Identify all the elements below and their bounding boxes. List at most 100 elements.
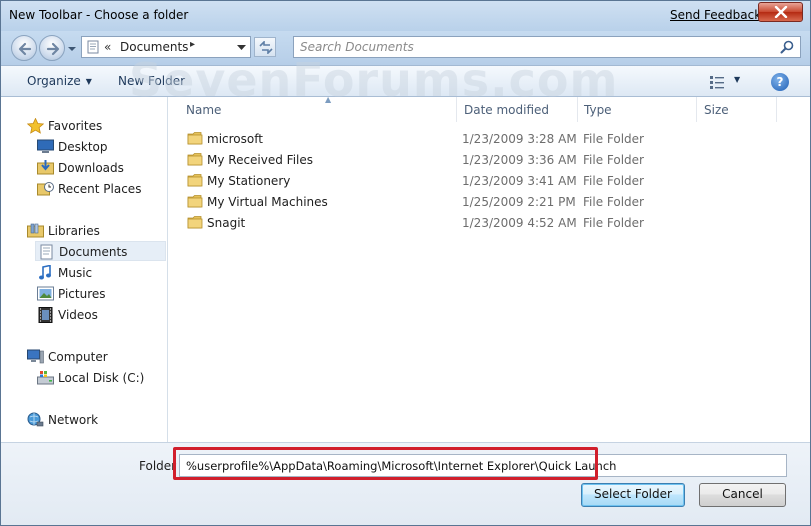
file-list: Name ▲ Date modified Type Size microsoft… <box>169 95 810 442</box>
file-name: Snagit <box>207 216 246 230</box>
file-name: My Virtual Machines <box>207 195 328 209</box>
file-type: File Folder <box>583 195 644 209</box>
column-header-name[interactable]: Name ▲ <box>179 95 457 122</box>
cancel-button[interactable]: Cancel <box>699 483 786 507</box>
documents-icon <box>40 244 53 260</box>
chevron-down-icon[interactable] <box>237 45 246 51</box>
file-date: 1/23/2009 3:28 AM <box>462 132 577 146</box>
command-bar: Organize ▼ New Folder ▼ ? <box>1 65 810 97</box>
sidebar-item-favorites[interactable]: Favorites <box>27 116 157 136</box>
local-disk-icon <box>37 371 54 385</box>
refresh-button[interactable] <box>254 37 276 57</box>
folder-field[interactable] <box>179 454 787 477</box>
sidebar-item-label: Favorites <box>48 119 103 133</box>
search-input[interactable] <box>300 39 770 55</box>
sidebar-item-label: Videos <box>58 308 98 322</box>
forward-button[interactable] <box>39 35 65 61</box>
table-row[interactable]: Snagit 1/23/2009 4:52 AM File Folder <box>179 212 699 233</box>
column-header-type[interactable]: Type <box>577 97 697 122</box>
organize-menu-button[interactable]: Organize ▼ <box>27 74 92 88</box>
sidebar-item-label: Music <box>58 266 93 280</box>
sort-ascending-icon: ▲ <box>325 95 332 104</box>
sidebar-item-label: Local Disk (C:) <box>58 371 145 385</box>
new-folder-button[interactable]: New Folder <box>118 74 185 88</box>
close-icon <box>774 6 788 18</box>
folder-icon <box>187 132 203 145</box>
send-feedback-link[interactable]: Send Feedback <box>670 8 761 22</box>
sidebar-item-label: Network <box>48 413 99 427</box>
search-box[interactable] <box>293 36 801 58</box>
pictures-icon <box>37 286 54 301</box>
content-area: Favorites Desktop Downloads Recent Place… <box>1 95 810 442</box>
back-button[interactable] <box>11 35 37 61</box>
views-dropdown-icon: ▼ <box>734 75 741 84</box>
file-date: 1/23/2009 3:41 AM <box>462 174 577 188</box>
title-bar[interactable]: New Toolbar - Choose a folder Send Feedb… <box>1 1 810 31</box>
file-date: 1/23/2009 4:52 AM <box>462 216 577 230</box>
recent-places-icon <box>37 182 54 196</box>
sidebar-item-libraries[interactable]: Libraries <box>27 221 157 241</box>
sidebar-item-recent-places[interactable]: Recent Places <box>37 179 162 199</box>
file-name: My Received Files <box>207 153 314 167</box>
file-type: File Folder <box>583 132 644 146</box>
close-button[interactable] <box>758 2 803 22</box>
folder-icon <box>187 153 203 166</box>
folder-icon <box>187 216 203 229</box>
sidebar-item-videos[interactable]: Videos <box>37 305 157 325</box>
change-view-button[interactable]: ▼ <box>708 73 744 91</box>
window-title: New Toolbar - Choose a folder <box>9 8 189 22</box>
recent-pages-dropdown-icon[interactable] <box>67 44 77 54</box>
breadcrumb-overflow[interactable]: « <box>104 40 111 54</box>
sidebar-item-desktop[interactable]: Desktop <box>37 137 157 157</box>
breadcrumb-documents[interactable]: Documents <box>120 40 188 54</box>
search-icon[interactable] <box>780 40 794 54</box>
arrow-left-icon <box>18 42 32 56</box>
sidebar-item-label: Desktop <box>58 140 108 154</box>
dialog-footer: Folder Select Folder Cancel <box>1 442 810 525</box>
sidebar-item-label: Downloads <box>58 161 124 175</box>
table-row[interactable]: microsoft 1/23/2009 3:28 AM File Folder <box>179 128 699 149</box>
documents-location-icon <box>87 40 99 54</box>
sidebar-item-downloads[interactable]: Downloads <box>37 158 157 178</box>
sidebar-item-pictures[interactable]: Pictures <box>37 284 157 304</box>
sidebar-item-music[interactable]: Music <box>37 263 157 283</box>
sidebar-item-label: Computer <box>48 350 108 364</box>
file-type: File Folder <box>583 174 644 188</box>
refresh-icon <box>259 41 273 54</box>
breadcrumb-arrow[interactable]: ▸ <box>190 39 195 50</box>
table-row[interactable]: My Stationery 1/23/2009 3:41 AM File Fol… <box>179 170 699 191</box>
address-bar[interactable]: « Documents ▸ <box>81 36 251 58</box>
sidebar-item-network[interactable]: Network <box>27 410 157 430</box>
computer-icon <box>27 349 44 364</box>
videos-icon <box>38 307 53 323</box>
column-header-date-modified[interactable]: Date modified <box>457 97 578 122</box>
file-date: 1/25/2009 2:21 PM <box>462 195 576 209</box>
dialog-window: New Toolbar - Choose a folder Send Feedb… <box>0 0 811 526</box>
sidebar-item-computer[interactable]: Computer <box>27 347 157 367</box>
sidebar-item-label: Libraries <box>48 224 100 238</box>
navigation-bar: « Documents ▸ <box>1 31 810 65</box>
network-icon <box>27 412 44 427</box>
table-row[interactable]: My Virtual Machines 1/25/2009 2:21 PM Fi… <box>179 191 699 212</box>
libraries-icon <box>27 223 44 238</box>
sidebar-item-documents[interactable]: Documents <box>35 241 166 261</box>
star-icon <box>27 118 44 134</box>
table-row[interactable]: My Received Files 1/23/2009 3:36 AM File… <box>179 149 699 170</box>
downloads-icon <box>37 160 54 175</box>
file-name: microsoft <box>207 132 263 146</box>
sidebar-item-label: Recent Places <box>58 182 142 196</box>
sidebar-item-label: Pictures <box>58 287 106 301</box>
navigation-pane: Favorites Desktop Downloads Recent Place… <box>1 97 168 442</box>
column-header-size[interactable]: Size <box>697 97 777 122</box>
organize-dropdown-icon: ▼ <box>85 77 92 86</box>
file-name: My Stationery <box>207 174 291 188</box>
folder-label: Folder <box>139 459 177 473</box>
folder-path-input[interactable] <box>186 458 782 474</box>
file-date: 1/23/2009 3:36 AM <box>462 153 577 167</box>
file-type: File Folder <box>583 153 644 167</box>
help-button[interactable]: ? <box>771 73 789 91</box>
file-type: File Folder <box>583 216 644 230</box>
sidebar-item-local-disk[interactable]: Local Disk (C:) <box>37 368 162 388</box>
desktop-icon <box>37 139 54 153</box>
select-folder-button[interactable]: Select Folder <box>581 483 685 507</box>
